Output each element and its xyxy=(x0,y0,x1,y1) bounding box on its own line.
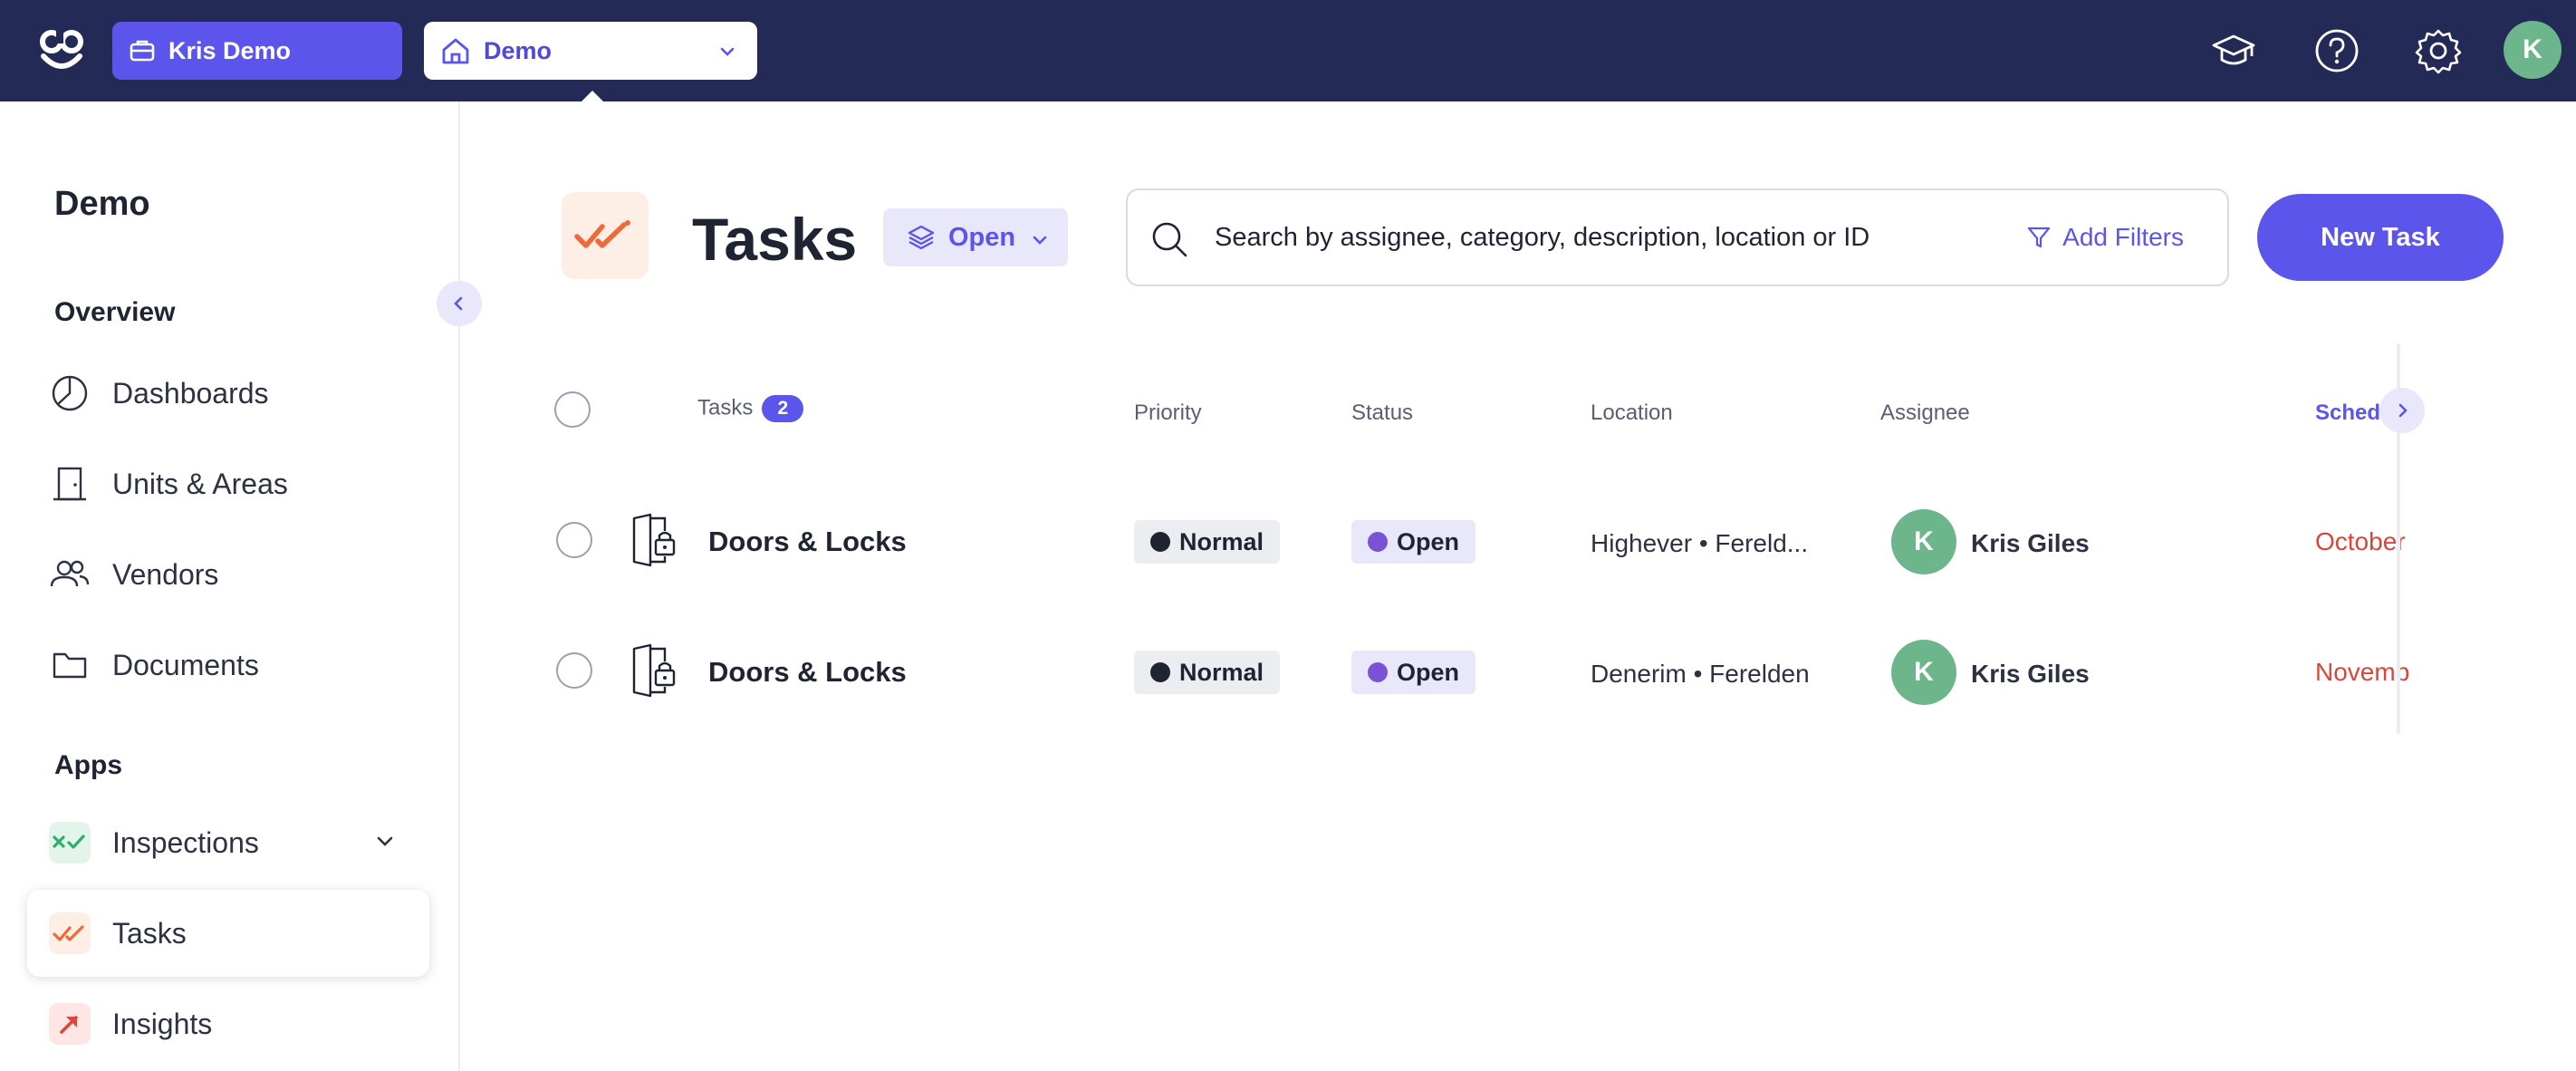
task-title[interactable]: Doors & Locks xyxy=(708,656,907,689)
sidebar-item-vendors[interactable]: Vendors xyxy=(27,531,429,618)
tasks-table: Tasks 2 Priority Status Location Assignee… xyxy=(543,344,2409,734)
priority-dot xyxy=(1150,532,1170,552)
user-avatar[interactable]: K xyxy=(2504,21,2562,79)
folder-icon xyxy=(49,644,91,686)
status-dot xyxy=(1368,662,1388,682)
sidebar-item-insights[interactable]: Insights xyxy=(27,980,429,1067)
users-icon xyxy=(49,554,91,595)
status-label: Open xyxy=(1397,658,1460,686)
logo-icon[interactable] xyxy=(36,25,87,76)
sidebar-item-tasks[interactable]: Tasks xyxy=(27,890,429,977)
tasks-app-icon xyxy=(562,192,649,279)
sidebar-item-label: Documents xyxy=(112,648,259,681)
new-task-button[interactable]: New Task xyxy=(2257,194,2504,281)
priority-dot xyxy=(1150,662,1170,682)
search-icon xyxy=(1152,222,1187,257)
column-header-status[interactable]: Status xyxy=(1351,400,1413,426)
sidebar-item-label: Units & Areas xyxy=(112,467,288,500)
task-count-badge: 2 xyxy=(762,395,804,422)
sidebar-item-documents[interactable]: Documents xyxy=(27,622,429,709)
row-checkbox[interactable] xyxy=(556,652,592,689)
row-checkbox[interactable] xyxy=(556,522,592,558)
column-header-priority[interactable]: Priority xyxy=(1134,400,1202,426)
search-box: Add Filters xyxy=(1126,188,2229,286)
priority-label: Normal xyxy=(1179,658,1264,686)
scheduled-date: October xyxy=(2315,527,2406,555)
assignee-avatar: K xyxy=(1891,509,1956,574)
sidebar-item-inspections[interactable]: Inspections xyxy=(27,799,429,886)
sidebar-section-apps: Apps xyxy=(54,750,122,780)
sidebar-item-label: Vendors xyxy=(112,557,219,591)
site-switcher-dropdown[interactable]: Demo xyxy=(424,22,757,80)
priority-label: Normal xyxy=(1179,527,1264,555)
collapse-sidebar-button[interactable] xyxy=(437,281,482,326)
sidebar: Demo Overview Dashboards Units & Areas V… xyxy=(0,101,460,1071)
sidebar-title: Demo xyxy=(54,185,150,223)
scroll-right-button[interactable] xyxy=(2379,388,2425,433)
priority-badge: Normal xyxy=(1134,520,1281,564)
page-title: Tasks xyxy=(692,206,858,273)
door-icon xyxy=(49,463,91,505)
chevron-down-icon xyxy=(1033,236,1047,245)
dashboards-icon xyxy=(49,372,91,414)
sidebar-section-overview: Overview xyxy=(54,297,176,327)
insights-icon xyxy=(49,1003,91,1045)
settings-icon[interactable] xyxy=(2413,25,2464,76)
select-all-checkbox[interactable] xyxy=(554,391,591,428)
chevron-right-icon xyxy=(2398,403,2408,418)
chevron-left-icon xyxy=(454,296,463,311)
organization-switcher-button[interactable]: Kris Demo xyxy=(112,22,402,80)
chevron-down-icon[interactable] xyxy=(373,830,397,854)
status-filter-value: Open xyxy=(948,222,1016,252)
organization-name: Kris Demo xyxy=(168,36,292,64)
column-header-tasks[interactable]: Tasks 2 xyxy=(697,395,804,422)
assignee-name: Kris Giles xyxy=(1971,529,2090,557)
task-title[interactable]: Doors & Locks xyxy=(708,526,907,558)
column-header-location[interactable]: Location xyxy=(1591,400,1673,426)
help-icon[interactable] xyxy=(2312,25,2362,76)
inspections-icon xyxy=(49,822,91,864)
task-location: Highever • Fereld... xyxy=(1591,529,1809,557)
sidebar-item-label: Tasks xyxy=(112,916,187,950)
column-header-label: Tasks xyxy=(697,395,754,420)
top-navigation-bar: Kris Demo Demo K xyxy=(0,0,2576,103)
sidebar-item-label: Dashboards xyxy=(112,376,269,410)
sidebar-item-label: Insights xyxy=(112,1007,213,1040)
door-lock-icon xyxy=(632,513,676,567)
site-name: Demo xyxy=(484,36,553,64)
status-badge: Open xyxy=(1351,651,1476,694)
priority-badge: Normal xyxy=(1134,651,1281,694)
add-filters-button[interactable]: Add Filters xyxy=(2026,223,2184,252)
assignee-name: Kris Giles xyxy=(1971,660,2090,688)
tasks-icon xyxy=(49,912,91,954)
status-dot xyxy=(1368,532,1388,552)
status-filter-dropdown[interactable]: Open xyxy=(883,208,1068,266)
chevron-down-icon xyxy=(720,47,735,56)
sidebar-item-dashboards[interactable]: Dashboards xyxy=(27,350,429,437)
status-label: Open xyxy=(1397,527,1460,555)
sidebar-item-label: Inspections xyxy=(112,825,259,859)
filter-icon xyxy=(2028,227,2051,248)
sidebar-item-units-areas[interactable]: Units & Areas xyxy=(27,440,429,527)
layers-icon xyxy=(908,225,935,250)
task-location: Denerim • Ferelden xyxy=(1591,660,1810,688)
door-lock-icon xyxy=(632,643,676,698)
assignee-avatar: K xyxy=(1891,640,1956,705)
graduation-cap-icon[interactable] xyxy=(2208,25,2259,76)
briefcase-icon xyxy=(130,40,155,62)
add-filters-label: Add Filters xyxy=(2062,223,2184,251)
status-badge: Open xyxy=(1351,520,1476,564)
house-icon xyxy=(442,38,469,64)
dropdown-caret xyxy=(580,91,605,103)
column-header-assignee[interactable]: Assignee xyxy=(1880,400,1970,426)
search-input[interactable] xyxy=(1215,216,1939,259)
scheduled-date: Novemb xyxy=(2315,658,2409,686)
